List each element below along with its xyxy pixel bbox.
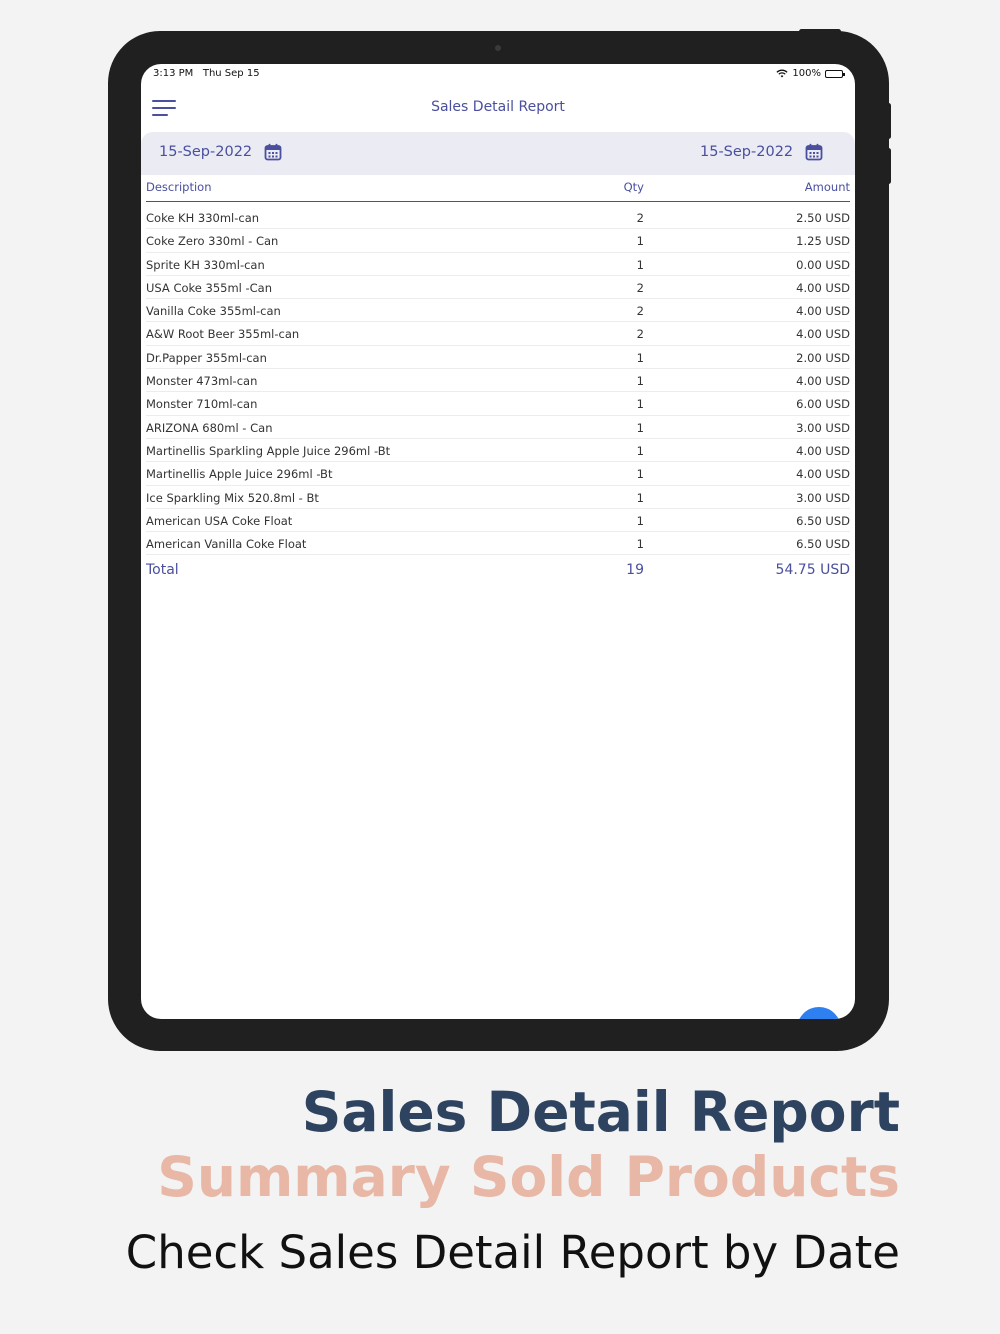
wifi-icon (776, 69, 788, 78)
row-description: Ice Sparkling Mix 520.8ml - Bt (146, 490, 319, 505)
app-screen: 3:13 PM Thu Sep 15 100% Sales Detail Rep… (141, 64, 855, 1019)
table-row[interactable]: Vanilla Coke 355ml-can 2 4.00 USD (146, 299, 850, 323)
row-qty: 1 (636, 257, 644, 272)
row-qty: 1 (636, 490, 644, 505)
total-amount: 54.75 USD (775, 562, 850, 579)
row-qty: 1 (636, 467, 644, 482)
total-row: Total 19 54.75 USD (146, 555, 850, 585)
row-amount: 4.00 USD (796, 443, 850, 458)
column-header-qty: Qty (623, 180, 644, 194)
nav-bar: Sales Detail Report (141, 86, 855, 132)
table-body: Coke KH 330ml-can 2 2.50 USD Coke Zero 330m… (146, 206, 850, 556)
table-row[interactable]: Coke KH 330ml-can 2 2.50 USD (146, 206, 850, 230)
table-row[interactable]: Sprite KH 330ml-can 1 0.00 USD (146, 253, 850, 276)
row-qty: 2 (636, 304, 644, 319)
row-description: ARIZONA 680ml - Can (146, 420, 273, 435)
row-description: Coke KH 330ml-can (146, 211, 260, 225)
row-description: Martinellis Apple Juice 296ml -Bt (146, 467, 333, 482)
status-clock: 3:13 PM (153, 68, 194, 79)
start-date-picker[interactable]: 15-Sep-2022 (159, 143, 282, 161)
row-description: Vanilla Coke 355ml-can (146, 304, 281, 319)
row-amount: 4.00 USD (796, 304, 850, 319)
row-amount: 3.00 USD (796, 420, 850, 435)
row-description: Sprite KH 330ml-can (146, 257, 265, 272)
row-qty: 1 (636, 443, 644, 458)
floating-action-button[interactable] (797, 1007, 841, 1019)
row-description: USA Coke 355ml -Can (146, 280, 273, 295)
caption-description: Check Sales Detail Report by Date (125, 1226, 900, 1279)
table-row[interactable]: Monster 473ml-can 1 4.00 USD (146, 369, 850, 393)
front-camera (495, 45, 501, 51)
row-amount: 3.00 USD (796, 490, 850, 505)
date-range-bar: 15-Sep-2022 15-Sep-2022 (141, 132, 855, 175)
sales-table: Description Qty Amount Coke KH 330ml-can… (146, 175, 850, 585)
row-description: Coke Zero 330ml - Can (146, 234, 279, 249)
row-qty: 2 (636, 211, 644, 225)
end-date-label: 15-Sep-2022 (700, 144, 794, 160)
start-date-label: 15-Sep-2022 (159, 144, 253, 160)
row-amount: 0.00 USD (796, 257, 850, 272)
row-qty: 1 (636, 513, 644, 528)
row-qty: 1 (636, 374, 644, 389)
caption-title: Sales Detail Report (301, 1080, 900, 1144)
calendar-icon (805, 143, 823, 161)
row-qty: 1 (636, 234, 644, 249)
row-qty: 2 (636, 327, 644, 342)
table-row[interactable]: A&W Root Beer 355ml-can 2 4.00 USD (146, 322, 850, 346)
table-row[interactable]: Monster 710ml-can 1 6.00 USD (146, 392, 850, 416)
row-description: American USA Coke Float (146, 513, 293, 528)
row-amount: 4.00 USD (796, 280, 850, 295)
row-amount: 4.00 USD (796, 374, 850, 389)
status-time: 3:13 PM Thu Sep 15 (153, 68, 260, 79)
row-amount: 4.00 USD (796, 467, 850, 482)
battery-icon (825, 69, 845, 78)
row-amount: 6.50 USD (796, 513, 850, 528)
row-amount: 4.00 USD (796, 327, 850, 342)
battery-percent: 100% (792, 68, 821, 79)
table-row[interactable]: ARIZONA 680ml - Can 1 3.00 USD (146, 416, 850, 439)
table-row[interactable]: Coke Zero 330ml - Can 1 1.25 USD (146, 229, 850, 253)
row-description: A&W Root Beer 355ml-can (146, 327, 300, 342)
table-row[interactable]: Martinellis Sparkling Apple Juice 296ml … (146, 439, 850, 463)
column-header-amount: Amount (804, 180, 850, 194)
calendar-icon (264, 143, 282, 161)
page-title: Sales Detail Report (431, 99, 565, 115)
row-amount: 6.50 USD (796, 537, 850, 552)
end-date-picker[interactable]: 15-Sep-2022 (700, 143, 823, 161)
row-qty: 2 (636, 280, 644, 295)
row-qty: 1 (636, 350, 644, 365)
row-description: Martinellis Sparkling Apple Juice 296ml … (146, 443, 391, 458)
row-description: Dr.Papper 355ml-can (146, 350, 267, 365)
row-qty: 1 (636, 537, 644, 552)
caption-subtitle: Summary Sold Products (157, 1145, 900, 1209)
table-row[interactable]: Martinellis Apple Juice 296ml -Bt 1 4.00 U… (146, 462, 850, 486)
table-row[interactable]: USA Coke 355ml -Can 2 4.00 USD (146, 276, 850, 300)
status-bar: 3:13 PM Thu Sep 15 100% (141, 64, 855, 86)
row-qty: 1 (636, 420, 644, 435)
table-header: Description Qty Amount (146, 175, 850, 202)
row-description: Monster 473ml-can (146, 374, 258, 389)
table-row[interactable]: American Vanilla Coke Float 1 6.50 USD (146, 532, 850, 556)
row-description: Monster 710ml-can (146, 397, 258, 412)
status-right: 100% (776, 68, 845, 79)
row-amount: 2.00 USD (796, 350, 850, 365)
row-amount: 6.00 USD (796, 397, 850, 412)
row-amount: 1.25 USD (796, 234, 850, 249)
table-row[interactable]: Dr.Papper 355ml-can 1 2.00 USD (146, 346, 850, 370)
table-row[interactable]: Ice Sparkling Mix 520.8ml - Bt 1 3.00 USD (146, 486, 850, 509)
total-label: Total (146, 562, 179, 579)
table-row[interactable]: American USA Coke Float 1 6.50 USD (146, 509, 850, 533)
row-qty: 1 (636, 397, 644, 412)
column-header-description: Description (146, 180, 212, 194)
row-amount: 2.50 USD (796, 211, 850, 225)
status-date: Thu Sep 15 (202, 68, 260, 79)
row-description: American Vanilla Coke Float (146, 537, 307, 552)
total-qty: 19 (626, 562, 644, 579)
